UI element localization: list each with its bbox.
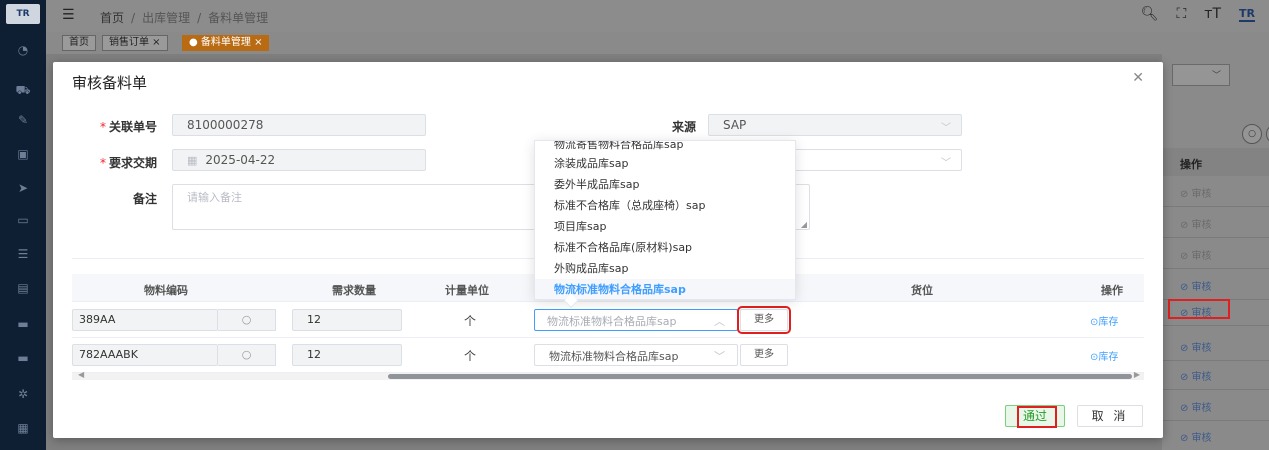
bg-row-audit[interactable]: ⊘ 审核 bbox=[1162, 330, 1269, 361]
quantity-input[interactable]: 12 bbox=[292, 344, 402, 366]
chevron-down-icon: ﹀ bbox=[941, 123, 951, 134]
bg-row-audit[interactable]: ⊘ 审核 bbox=[1162, 238, 1269, 269]
highlight-box bbox=[1017, 406, 1057, 428]
scrollbar-thumb[interactable] bbox=[388, 374, 1132, 379]
inventory-link[interactable]: ⊙库存 bbox=[1090, 313, 1118, 328]
col-material-code: 物料编码 bbox=[144, 284, 188, 297]
material-code-input[interactable]: 782AAABK bbox=[72, 344, 218, 366]
bug-icon[interactable]: ✲ bbox=[13, 386, 33, 402]
warehouse-select[interactable]: 物流标准物料合格品库sap ﹀ bbox=[534, 344, 738, 366]
dropdown-option[interactable]: 涂装成品库sap bbox=[535, 153, 795, 174]
warehouse-value: 物流标准物料合格品库sap bbox=[549, 350, 679, 363]
resize-handle-icon[interactable]: ◢ bbox=[801, 220, 807, 229]
warehouse-select[interactable]: 物流标准物料合格品库sap ︿ bbox=[534, 309, 738, 331]
dropdown-option[interactable]: 外购成品库sap bbox=[535, 258, 795, 279]
inventory-link[interactable]: ⊙库存 bbox=[1090, 348, 1118, 363]
tag-material-prep[interactable]: ● 备料单管理 × bbox=[182, 35, 270, 51]
search-icon[interactable]: ○ bbox=[218, 344, 276, 366]
list-icon[interactable]: ☰ bbox=[13, 246, 33, 262]
source-select[interactable]: SAP ﹀ bbox=[708, 114, 962, 136]
search-icon[interactable]: 🔍︎ bbox=[1141, 6, 1159, 22]
related-no-input[interactable]: 8100000278 bbox=[172, 114, 426, 136]
quantity-input[interactable]: 12 bbox=[292, 309, 402, 331]
more-button[interactable]: 更多 bbox=[740, 344, 788, 366]
bg-row-audit-highlighted[interactable]: ⊘ 审核 bbox=[1162, 295, 1269, 326]
approve-button[interactable]: 通过 bbox=[1005, 405, 1065, 428]
unit-text: 个 bbox=[464, 349, 477, 363]
bg-table-header: 操作 bbox=[1162, 148, 1269, 176]
dropdown-option[interactable]: 标准不合格品库(原材料)sap bbox=[535, 237, 795, 258]
dropdown-option[interactable]: 委外半成品库sap bbox=[535, 174, 795, 195]
card-icon[interactable]: ▬ bbox=[13, 316, 33, 332]
close-icon[interactable]: ✕ bbox=[1132, 70, 1144, 86]
col-quantity: 需求数量 bbox=[332, 284, 376, 297]
hamburger-menu-icon[interactable]: ☰ bbox=[62, 7, 75, 23]
font-size-icon[interactable]: тT bbox=[1204, 6, 1221, 22]
material-code-input[interactable]: 389AA bbox=[72, 309, 218, 331]
warehouse-placeholder: 物流标准物料合格品库sap bbox=[547, 315, 677, 328]
scroll-right-icon[interactable]: ▶ bbox=[1134, 370, 1140, 379]
send-icon[interactable]: ➤ bbox=[13, 180, 33, 196]
grid-icon[interactable]: ▦ bbox=[13, 420, 33, 436]
unit-text: 个 bbox=[464, 314, 477, 328]
monitor-icon[interactable]: ▭ bbox=[13, 212, 33, 228]
remark-label: 备注 bbox=[132, 192, 157, 206]
bg-row-audit[interactable]: ⊘ 审核 bbox=[1162, 359, 1269, 390]
col-location: 货位 bbox=[911, 284, 933, 297]
bg-row-audit[interactable]: ⊘ 审核 bbox=[1162, 420, 1269, 450]
package-icon[interactable]: ▤ bbox=[13, 280, 33, 296]
tag-sales-order[interactable]: 销售订单 × bbox=[102, 35, 168, 51]
breadcrumb: 首页 / 出库管理 / 备料单管理 bbox=[100, 11, 269, 25]
tag-home[interactable]: 首页 bbox=[62, 35, 96, 51]
filter-select[interactable]: ﹀ bbox=[1172, 64, 1230, 86]
more-button[interactable]: 更多 bbox=[737, 306, 791, 334]
due-date-picker[interactable]: ▦ 2025-04-22 bbox=[172, 149, 426, 171]
related-no-label: * 关联单号 bbox=[99, 120, 157, 134]
fullscreen-icon[interactable]: ⛶ bbox=[1176, 6, 1186, 22]
bg-row-audit[interactable]: ⊘ 审核 bbox=[1162, 207, 1269, 238]
highlight-box bbox=[1168, 299, 1230, 319]
chevron-down-icon: ﹀ bbox=[941, 158, 951, 169]
breadcrumb-home[interactable]: 首页 bbox=[100, 11, 124, 25]
app-logo: TR bbox=[6, 4, 40, 24]
bg-row-audit[interactable]: ⊘ 审核 bbox=[1162, 390, 1269, 421]
card2-icon[interactable]: ▬ bbox=[13, 350, 33, 366]
search-circle-icon[interactable]: ○ bbox=[1242, 124, 1262, 144]
dropdown-option[interactable]: 项目库sap bbox=[535, 216, 795, 237]
dashboard-icon[interactable]: ◔ bbox=[13, 42, 33, 58]
search-icon[interactable]: ○ bbox=[218, 309, 276, 331]
chevron-up-icon: ︿ bbox=[714, 315, 725, 328]
bg-row-audit[interactable]: ⊘ 审核 bbox=[1162, 176, 1269, 207]
remark-placeholder: 请输入备注 bbox=[187, 191, 242, 204]
tags-view: 首页 销售订单 × ● 备料单管理 × bbox=[46, 32, 1269, 54]
cart-icon[interactable]: ⛟ bbox=[13, 82, 33, 98]
table-row: 782AAABK ○ 12 个 物流标准物料合格品库sap ﹀ 更多 ⊙库存 bbox=[72, 337, 1144, 373]
sidebar: TR ◔ ⛟ ✎ ▣ ➤ ▭ ☰ ▤ ▬ ▬ ✲ ▦ bbox=[0, 0, 46, 450]
calendar-icon: ▦ bbox=[187, 154, 198, 167]
top-header: ☰ 首页 / 出库管理 / 备料单管理 🔍︎ ⛶ тT TR bbox=[46, 0, 1269, 32]
header-tools: 🔍︎ ⛶ тT TR bbox=[1141, 6, 1255, 22]
scroll-left-icon[interactable]: ◀ bbox=[78, 370, 84, 379]
cancel-button[interactable]: 取 消 bbox=[1077, 405, 1143, 427]
breadcrumb-outbound[interactable]: 出库管理 bbox=[142, 11, 190, 25]
warehouse-dropdown: 物流寄售物料合格品库sap 涂装成品库sap 委外半成品库sap 标准不合格库（… bbox=[534, 140, 796, 300]
background-page: ﹀ ○ ○ 操作 ⊘ 审核 ⊘ 审核 ⊘ 审核 ⊘ 审核 ⊘ 审核 ⊘ 审核 ⊘… bbox=[1162, 54, 1269, 450]
dropdown-option[interactable]: 标准不合格库（总成座椅）sap bbox=[535, 195, 795, 216]
dialog-title: 审核备料单 bbox=[72, 74, 148, 92]
source-value: SAP bbox=[723, 118, 747, 132]
due-date-label: * 要求交期 bbox=[99, 156, 157, 170]
edit-icon[interactable]: ✎ bbox=[13, 112, 33, 128]
chevron-down-icon: ﹀ bbox=[1211, 71, 1221, 81]
table-row: 389AA ○ 12 个 物流标准物料合格品库sap ︿ 更多 ⊙库存 bbox=[72, 302, 1144, 338]
due-date-value: 2025-04-22 bbox=[205, 153, 276, 167]
col-action: 操作 bbox=[1101, 284, 1123, 297]
col-unit: 计量单位 bbox=[445, 284, 489, 297]
horizontal-scrollbar[interactable]: ◀ ▶ bbox=[72, 370, 1144, 380]
breadcrumb-current: 备料单管理 bbox=[208, 11, 269, 25]
brand-logo: TR bbox=[1239, 6, 1255, 22]
chevron-down-icon: ﹀ bbox=[714, 350, 725, 363]
box-icon[interactable]: ▣ bbox=[13, 146, 33, 162]
source-label: 来源 bbox=[671, 120, 696, 134]
